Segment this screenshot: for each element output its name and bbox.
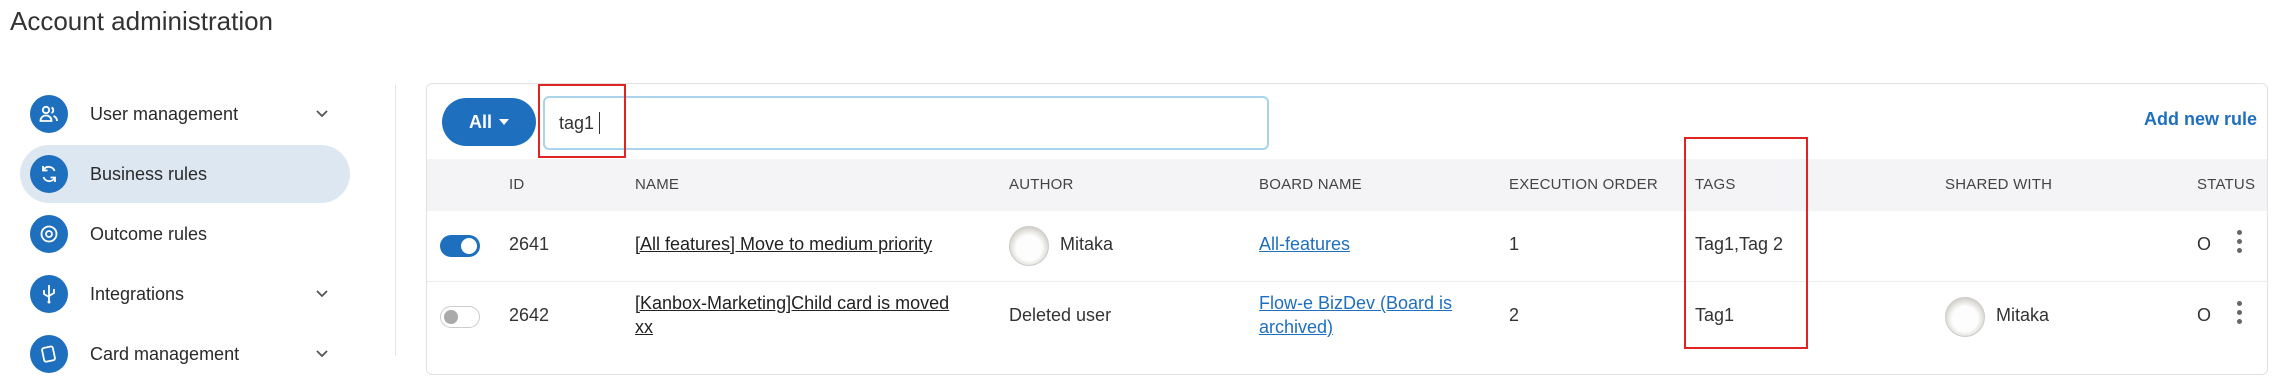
column-header-execution-order[interactable]: EXECUTION ORDER: [1509, 159, 1658, 211]
search-box[interactable]: [543, 96, 1269, 150]
table-row: 2642 [Kanbox-Marketing]Child card is mov…: [427, 281, 2267, 352]
sidebar-item-user-management[interactable]: User management: [20, 85, 350, 143]
rule-status: O: [2197, 305, 2212, 325]
sidebar-item-business-rules[interactable]: Business rules: [20, 145, 350, 203]
rule-name-link[interactable]: [Kanbox-Marketing]Child card is moved: [635, 293, 949, 314]
rule-author: Deleted user: [1009, 305, 1112, 325]
sidebar-item-label: Business rules: [90, 163, 208, 184]
chevron-down-icon[interactable]: [316, 345, 328, 363]
caret-down-icon: [499, 119, 509, 125]
shared-with-user: Mitaka: [1996, 305, 2050, 325]
filter-label: All: [468, 111, 492, 132]
rule-status: O: [2197, 234, 2212, 254]
rule-id: 2642: [509, 305, 550, 325]
rule-author: Mitaka: [1060, 234, 1114, 254]
more-options-icon[interactable]: [2237, 301, 2243, 324]
usb-icon: [30, 275, 68, 313]
column-header-name[interactable]: NAME: [635, 159, 679, 211]
rule-name-link[interactable]: [All features] Move to medium priority: [635, 234, 932, 255]
table-row: 2641 [All features] Move to medium prior…: [427, 211, 2267, 281]
sidebar-item-label: Card management: [90, 343, 240, 364]
column-header-board-name[interactable]: BOARD NAME: [1259, 159, 1362, 211]
rule-id: 2641: [509, 234, 550, 254]
sidebar-divider: [395, 85, 396, 356]
chevron-down-icon[interactable]: [316, 105, 328, 123]
board-name-link[interactable]: All-features: [1259, 234, 1350, 255]
search-input[interactable]: [559, 98, 1239, 148]
refresh-icon: [30, 155, 68, 193]
sidebar-item-outcome-rules[interactable]: Outcome rules: [20, 205, 350, 263]
add-new-rule-button[interactable]: Add new rule: [2144, 109, 2257, 130]
column-header-shared-with[interactable]: SHARED WITH: [1945, 159, 2052, 211]
users-icon: [30, 95, 68, 133]
tags-column-highlight-box: [1684, 137, 1808, 349]
execution-order: 1: [1509, 234, 1520, 254]
rule-name-link-continued[interactable]: xx: [635, 317, 653, 338]
chevron-down-icon[interactable]: [316, 285, 328, 303]
sidebar: User management Business rules Outcome r…: [20, 85, 350, 385]
execution-order: 2: [1509, 305, 1520, 325]
avatar: [1009, 226, 1049, 266]
board-name-link[interactable]: Flow-e BizDev (Board is: [1259, 293, 1452, 314]
search-highlight-box: [538, 84, 626, 158]
sidebar-item-label: Outcome rules: [90, 223, 208, 244]
column-header-status[interactable]: STATUS: [2197, 159, 2255, 211]
more-options-icon[interactable]: [2237, 230, 2243, 253]
rule-enabled-toggle[interactable]: [440, 306, 480, 328]
target-icon: [30, 215, 68, 253]
board-name-link-continued[interactable]: archived): [1259, 317, 1333, 338]
column-header-id[interactable]: ID: [509, 159, 524, 211]
rule-enabled-toggle[interactable]: [440, 235, 480, 257]
sidebar-item-label: User management: [90, 103, 239, 124]
avatar: [1945, 297, 1985, 337]
card-icon: [30, 335, 68, 373]
sidebar-item-card-management[interactable]: Card management: [20, 325, 350, 383]
business-rules-panel: All Add new rule ID NAME AUTHOR BOARD NA…: [426, 83, 2268, 375]
page-title: Account administration: [10, 6, 274, 36]
column-header-author[interactable]: AUTHOR: [1009, 159, 1074, 211]
sidebar-item-integrations[interactable]: Integrations: [20, 265, 350, 323]
table-header: ID NAME AUTHOR BOARD NAME EXECUTION ORDE…: [427, 159, 2267, 211]
sidebar-item-label: Integrations: [90, 283, 185, 304]
filter-dropdown-button[interactable]: All: [442, 98, 536, 146]
